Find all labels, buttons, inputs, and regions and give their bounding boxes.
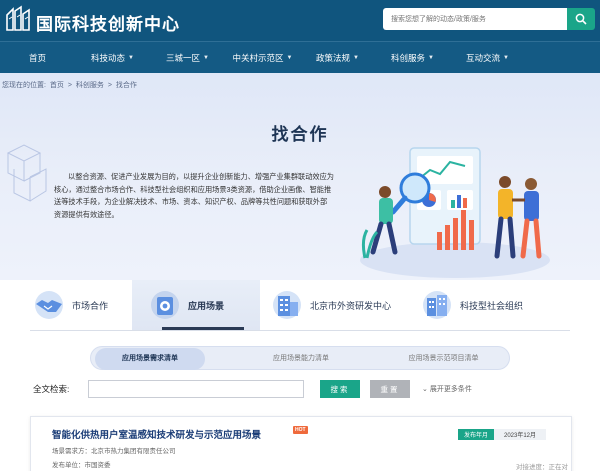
- tab-capability-list[interactable]: 应用场景能力清单: [241, 348, 361, 370]
- scene-icon: [151, 291, 179, 319]
- search-icon: [575, 13, 587, 25]
- category-foreign-rd[interactable]: 北京市外资研发中心: [270, 280, 391, 330]
- tab-demand-list[interactable]: 应用场景需求清单: [95, 348, 205, 370]
- nav-item-services[interactable]: 科创服务 ▼: [375, 42, 450, 74]
- chevron-down-icon: ▼: [353, 55, 359, 61]
- nav-item-zgc[interactable]: 中关村示范区 ▼: [225, 42, 300, 74]
- main-nav: 首页 科技动态 ▼ 三城一区 ▼ 中关村示范区 ▼ 政策法规 ▼ 科创服务 ▼ 互动交流 ▼: [0, 41, 600, 73]
- chevron-down-icon: ⌄: [422, 386, 428, 393]
- category-tech-org[interactable]: 科技型社会组织: [420, 280, 523, 330]
- fulltext-search-input[interactable]: [88, 380, 304, 398]
- logo-icon[interactable]: [4, 5, 32, 33]
- category-scene[interactable]: 应用场景: [148, 280, 224, 330]
- site-search-input[interactable]: [383, 8, 567, 30]
- search-button[interactable]: [567, 8, 595, 30]
- publish-date: 2023年12月: [494, 429, 546, 440]
- reset-button[interactable]: 重置: [370, 380, 410, 398]
- site-header: 国际科技创新中心: [0, 0, 600, 41]
- category-divider: [30, 330, 570, 331]
- organization-icon: [423, 291, 451, 319]
- breadcrumb-home[interactable]: 首页: [50, 82, 64, 89]
- breadcrumb-services[interactable]: 科创服务: [76, 82, 104, 89]
- collaboration-illustration-icon: [360, 147, 550, 278]
- category-tabs: 市场合作 应用场景 北京市外资研发中心 科技型社会组织: [0, 280, 600, 330]
- dock-status: 对接进度：正在对接中: [516, 464, 568, 471]
- chevron-down-icon: ▼: [428, 55, 434, 61]
- publish-badge: 发布年月: [458, 429, 494, 440]
- requirer-text: 场景需求方：北京市热力集团有限责任公司: [52, 448, 176, 455]
- result-title[interactable]: 智能化供热用户室温感知技术研发与示范应用场景: [52, 427, 261, 441]
- category-active-underline: [162, 327, 244, 330]
- chevron-down-icon: ▼: [503, 55, 509, 61]
- nav-item-tech-news[interactable]: 科技动态 ▼: [75, 42, 150, 74]
- result-card[interactable]: 智能化供热用户室温感知技术研发与示范应用场景 HOT 发布年月 2023年12月…: [30, 416, 572, 471]
- chevron-down-icon: ▼: [128, 55, 134, 61]
- fulltext-search-label: 全文检索:: [33, 384, 70, 394]
- expand-conditions-link[interactable]: ⌄ 展开更多条件: [422, 384, 472, 394]
- search-submit-button[interactable]: 搜索: [320, 380, 360, 398]
- publisher-text: 发布单位：市国资委: [52, 462, 111, 469]
- nav-item-home[interactable]: 首页: [0, 42, 75, 74]
- site-title[interactable]: 国际科技创新中心: [36, 10, 180, 35]
- building-icon: [273, 291, 301, 319]
- nav-item-policy[interactable]: 政策法规 ▼: [300, 42, 375, 74]
- chevron-down-icon: ▼: [203, 55, 209, 61]
- breadcrumb-current: 找合作: [115, 82, 137, 89]
- category-market[interactable]: 市场合作: [32, 280, 108, 330]
- nav-item-interaction[interactable]: 互动交流 ▼: [450, 42, 525, 74]
- breadcrumb: 您现在的位置: 首页 > 科创服务 > 找合作: [2, 82, 137, 89]
- hero-banner: 您现在的位置: 首页 > 科创服务 > 找合作 找合作 以整合资源、促进产业发展…: [0, 73, 600, 280]
- scene-subtabs: 应用场景需求清单 应用场景能力清单 应用场景示范项目清单: [90, 346, 510, 370]
- hot-badge: HOT: [293, 426, 308, 434]
- tab-demo-project-list[interactable]: 应用场景示范项目清单: [381, 348, 506, 370]
- nav-item-three-cities[interactable]: 三城一区 ▼: [150, 42, 225, 74]
- intro-paragraph: 以整合资源、促进产业发展为目的，以提升企业创新能力、增强产业集群联动效应为核心，…: [54, 172, 334, 219]
- chevron-down-icon: ▼: [286, 55, 293, 61]
- handshake-icon: [35, 291, 63, 319]
